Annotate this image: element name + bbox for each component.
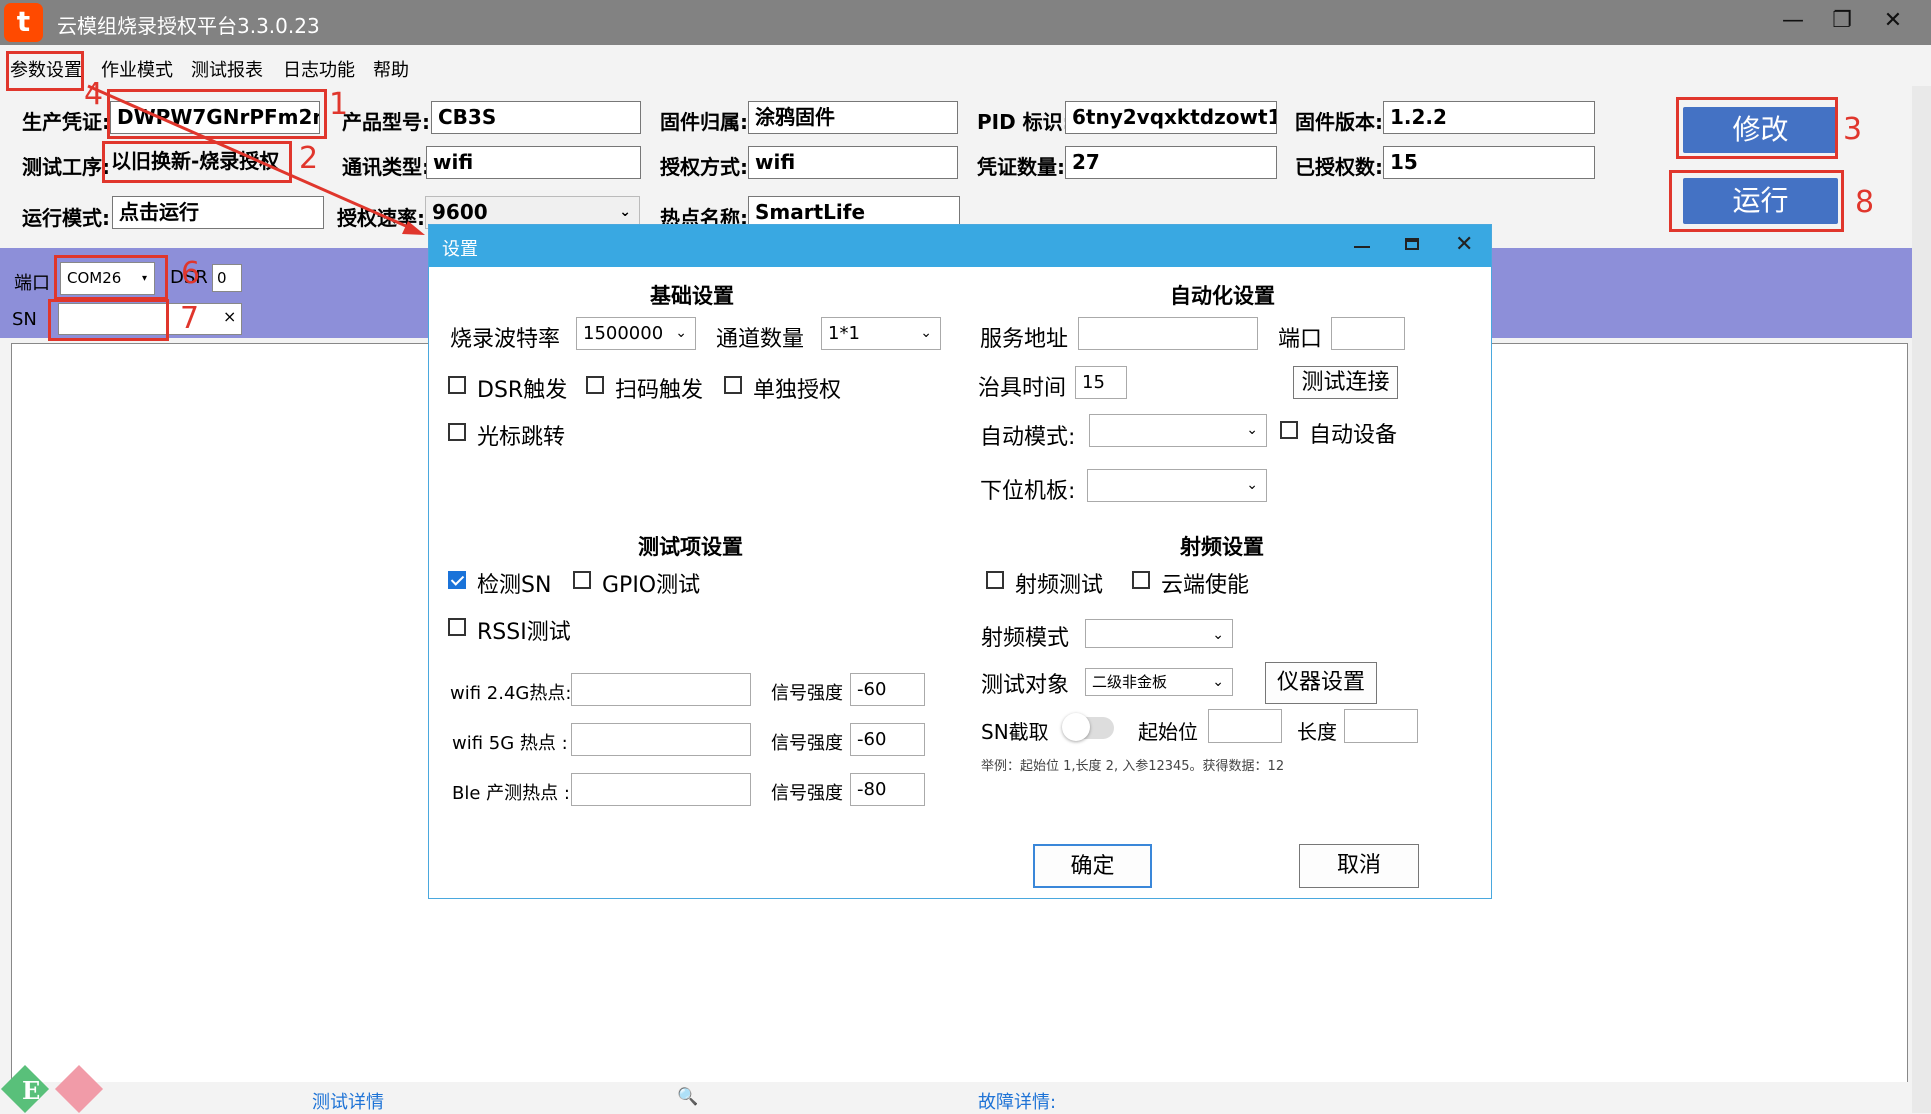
check-sn-label: 检测SN [477, 573, 552, 598]
test-connection-button[interactable]: 测试连接 [1293, 366, 1398, 399]
chevron-down-icon: ⌄ [920, 325, 932, 341]
test-items-heading: 测试项设置 [638, 535, 743, 559]
test-target-label: 测试对象 [981, 673, 1070, 698]
wifi5-input[interactable] [571, 723, 751, 756]
dialog-minimize-icon[interactable] [1354, 246, 1370, 248]
start-pos-label: 起始位 [1138, 720, 1198, 744]
baud-label: 烧录波特率 [450, 327, 561, 352]
auto-device-checkbox[interactable] [1280, 421, 1298, 439]
channel-value: 1*1 [828, 323, 860, 344]
ble-label: Ble 产测热点 : [452, 783, 570, 804]
test-target-select[interactable]: 二级非金板 ⌄ [1085, 668, 1233, 696]
rf-mode-label: 射频模式 [981, 626, 1070, 651]
ble-signal-label: 信号强度 [771, 783, 843, 804]
test-target-value: 二级非金板 [1092, 673, 1168, 691]
check-sn-checkbox[interactable] [448, 571, 466, 589]
lower-board-label: 下位机板: [980, 479, 1076, 504]
length-label: 长度 [1297, 720, 1337, 744]
toggle-knob [1062, 713, 1090, 741]
gpio-checkbox[interactable] [573, 571, 591, 589]
rssi-label: RSSI测试 [477, 620, 571, 645]
wifi24-signal-input[interactable]: -60 [850, 673, 925, 706]
rf-settings-heading: 射频设置 [1180, 535, 1264, 559]
length-input[interactable] [1344, 709, 1418, 743]
auto-settings-heading: 自动化设置 [1170, 284, 1275, 308]
ok-button[interactable]: 确定 [1033, 844, 1152, 888]
fixture-time-input[interactable]: 15 [1075, 366, 1127, 399]
chevron-down-icon: ⌄ [675, 325, 687, 341]
dialog-title-bar [429, 225, 1491, 267]
rf-test-checkbox[interactable] [986, 571, 1004, 589]
rf-test-label: 射频测试 [1015, 573, 1104, 598]
cursor-jump-label: 光标跳转 [477, 425, 566, 450]
channel-label: 通道数量 [716, 327, 805, 352]
wifi24-label: wifi 2.4G热点: [450, 683, 572, 704]
wifi24-input[interactable] [571, 673, 751, 706]
auto-device-label: 自动设备 [1309, 423, 1398, 448]
baud-select[interactable]: 1500000 ⌄ [576, 317, 696, 350]
start-pos-input[interactable] [1208, 709, 1282, 743]
wifi5-signal-input[interactable]: -60 [850, 723, 925, 756]
chevron-down-icon: ⌄ [1246, 477, 1258, 493]
dialog-title: 设置 [442, 239, 478, 260]
sn-cut-label: SN截取 [981, 720, 1049, 744]
gpio-label: GPIO测试 [602, 573, 701, 598]
lower-board-select[interactable]: ⌄ [1087, 469, 1267, 502]
server-input[interactable] [1078, 317, 1258, 350]
sn-cut-example: 举例：起始位 1,长度 2, 入参12345。获得数据：12 [981, 759, 1285, 774]
channel-select[interactable]: 1*1 ⌄ [821, 317, 941, 350]
ble-input[interactable] [571, 773, 751, 806]
auto-port-label: 端口 [1278, 327, 1323, 352]
cancel-button[interactable]: 取消 [1299, 844, 1419, 888]
instrument-settings-button[interactable]: 仪器设置 [1265, 662, 1377, 704]
chevron-down-icon: ⌄ [1212, 674, 1224, 690]
chevron-down-icon: ⌄ [1246, 422, 1258, 438]
single-auth-checkbox[interactable] [724, 376, 742, 394]
cursor-jump-checkbox[interactable] [448, 423, 466, 441]
ble-signal-input[interactable]: -80 [850, 773, 925, 806]
dsr-trigger-label: DSR触发 [477, 378, 568, 403]
rf-mode-select[interactable]: ⌄ [1085, 619, 1233, 648]
wifi5-signal-label: 信号强度 [771, 733, 843, 754]
cloud-enable-label: 云端使能 [1161, 573, 1250, 598]
dsr-trigger-checkbox[interactable] [448, 376, 466, 394]
rssi-checkbox[interactable] [448, 618, 466, 636]
wifi5-label: wifi 5G 热点 : [452, 733, 568, 754]
basic-settings-heading: 基础设置 [650, 284, 734, 308]
single-auth-label: 单独授权 [753, 378, 842, 403]
dialog-close-icon[interactable]: ✕ [1455, 232, 1473, 257]
fixture-time-label: 治具时间 [978, 376, 1067, 401]
cloud-enable-checkbox[interactable] [1132, 571, 1150, 589]
auto-port-input[interactable] [1331, 317, 1405, 350]
server-label: 服务地址 [980, 327, 1069, 352]
baud-value: 1500000 [583, 323, 664, 344]
wifi24-signal-label: 信号强度 [771, 683, 843, 704]
dialog-maximize-icon[interactable] [1405, 238, 1419, 250]
scan-trigger-checkbox[interactable] [586, 376, 604, 394]
auto-mode-select[interactable]: ⌄ [1089, 414, 1267, 447]
scan-trigger-label: 扫码触发 [615, 378, 704, 403]
chevron-down-icon: ⌄ [1212, 627, 1224, 643]
auto-mode-label: 自动模式: [980, 425, 1076, 450]
